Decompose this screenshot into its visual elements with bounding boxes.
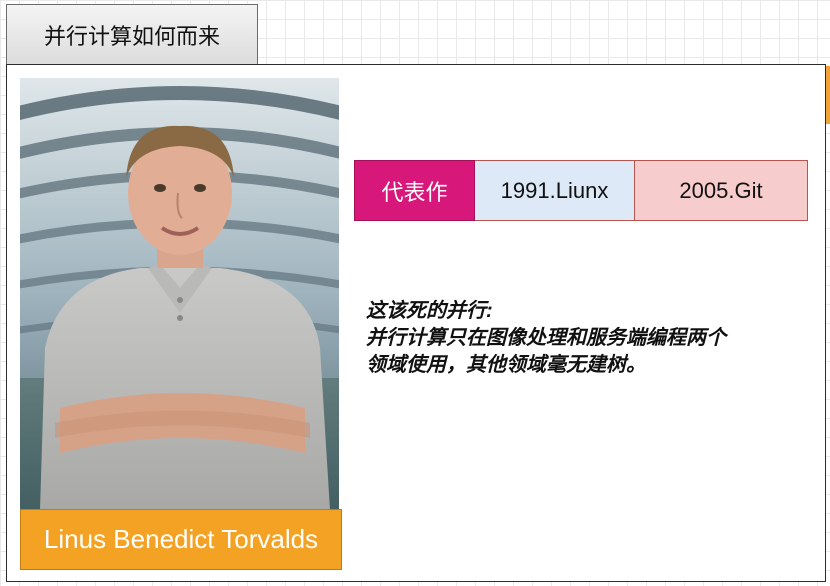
description-line: 并行计算只在图像处理和服务端编程两个 [366, 327, 726, 349]
description-line: 领域使用，其他领域毫无建树。 [366, 354, 646, 376]
section-tab-title: 并行计算如何而来 [43, 23, 220, 49]
works-label-cell: 代表作 [354, 160, 475, 221]
portrait-illustration [20, 78, 339, 510]
description-text-block: 这该死的并行: 并行计算只在图像处理和服务端编程两个 领域使用，其他领域毫无建树… [366, 298, 811, 379]
work-item-text: 2005.Git [679, 177, 763, 203]
work-item-cell: 2005.Git [635, 160, 808, 221]
person-name-label: Linus Benedict Torvalds [20, 509, 342, 570]
offscreen-shape-edge [826, 66, 830, 124]
section-tab[interactable]: 并行计算如何而来 [6, 4, 258, 64]
person-name-text: Linus Benedict Torvalds [43, 524, 319, 554]
works-label-text: 代表作 [381, 179, 448, 205]
work-item-cell: 1991.Liunx [475, 160, 635, 221]
work-item-text: 1991.Liunx [500, 177, 609, 203]
works-table: 代表作 1991.Liunx 2005.Git [354, 160, 808, 221]
portrait-photo [20, 78, 339, 510]
description-line: 这该死的并行: [366, 300, 493, 322]
